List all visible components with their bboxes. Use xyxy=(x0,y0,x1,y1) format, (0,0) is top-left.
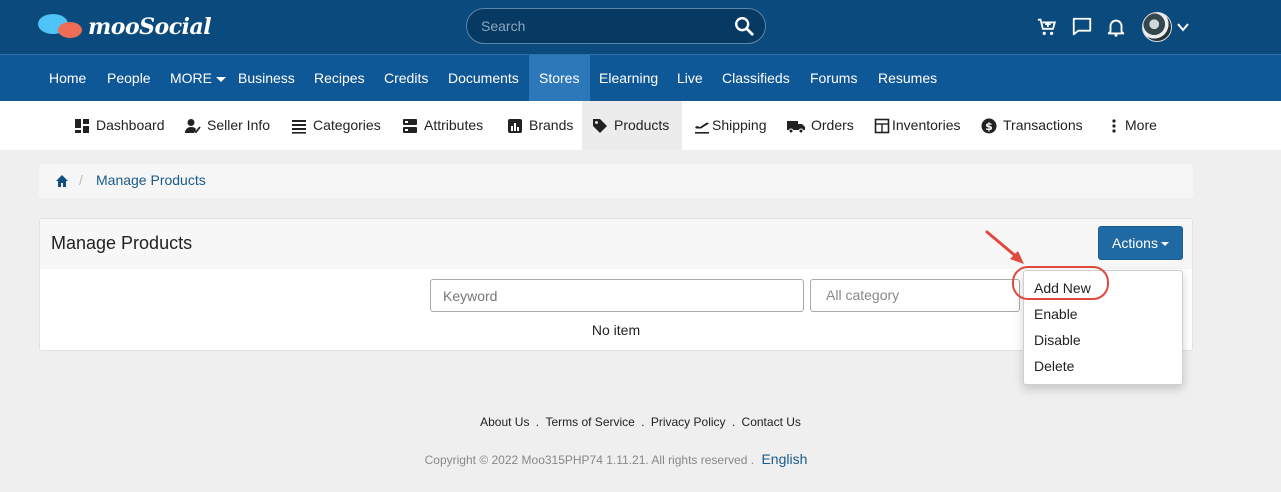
menu-item-enable[interactable]: Enable xyxy=(1034,306,1078,322)
menu-item-delete[interactable]: Delete xyxy=(1034,358,1074,374)
dashboard-icon xyxy=(75,118,89,133)
cart-icon[interactable] xyxy=(1036,16,1058,38)
footer-link-privacy[interactable]: Privacy Policy xyxy=(651,415,726,429)
subnav-item-orders[interactable]: Orders xyxy=(777,101,864,150)
page-title: Manage Products xyxy=(51,233,193,253)
category-select[interactable]: All category xyxy=(810,279,1020,312)
footer-link-terms[interactable]: Terms of Service xyxy=(545,415,634,429)
keyword-input[interactable] xyxy=(430,279,804,312)
seller-icon xyxy=(185,118,201,133)
search-icon[interactable] xyxy=(733,15,755,37)
search-input[interactable] xyxy=(481,16,721,36)
list-icon xyxy=(292,119,306,134)
nav-item-recipes[interactable]: Recipes xyxy=(304,55,375,101)
logo-chat-bubbles-icon xyxy=(38,12,84,42)
breadcrumb-separator: / xyxy=(79,172,83,188)
search-box xyxy=(466,8,766,44)
store-sub-nav: Dashboard Seller Info Categories Attribu… xyxy=(0,101,1281,150)
menu-item-add-new[interactable]: Add New xyxy=(1034,280,1091,296)
manage-products-panel: Manage Products Actions All category No … xyxy=(39,218,1193,351)
breadcrumb: / Manage Products xyxy=(39,164,1193,198)
nav-item-elearning[interactable]: Elearning xyxy=(589,55,668,101)
chat-icon[interactable] xyxy=(1071,16,1093,38)
svg-text:$: $ xyxy=(985,120,993,133)
caret-down-icon xyxy=(216,76,226,82)
nav-item-credits[interactable]: Credits xyxy=(374,55,438,101)
subnav-item-products[interactable]: Products xyxy=(582,101,682,150)
subnav-item-dashboard[interactable]: Dashboard xyxy=(64,101,175,150)
subnav-item-seller-info[interactable]: Seller Info xyxy=(175,101,280,150)
main-nav: Home People MORE Business Recipes Credit… xyxy=(0,54,1281,101)
chart-icon xyxy=(508,118,522,133)
nav-item-stores[interactable]: Stores xyxy=(529,55,590,101)
nav-item-forums[interactable]: Forums xyxy=(800,55,867,101)
footer-link-contact[interactable]: Contact Us xyxy=(742,415,801,429)
nav-item-live[interactable]: Live xyxy=(667,55,713,101)
nav-item-home[interactable]: Home xyxy=(39,55,96,101)
tag-icon xyxy=(593,118,607,133)
breadcrumb-current[interactable]: Manage Products xyxy=(96,172,206,188)
inventory-icon xyxy=(874,118,890,133)
footer-copyright: Copyright © 2022 Moo315PHP74 1.11.21. Al… xyxy=(424,451,808,467)
dollar-icon: $ xyxy=(981,118,997,133)
actions-button[interactable]: Actions xyxy=(1098,226,1183,260)
caret-down-icon xyxy=(1160,242,1169,247)
subnav-item-shipping[interactable]: Shipping xyxy=(684,101,777,150)
panel-header: Manage Products Actions xyxy=(40,219,1192,269)
subnav-item-transactions[interactable]: $ Transactions xyxy=(971,101,1093,150)
subnav-item-inventories[interactable]: Inventories xyxy=(864,101,970,150)
truck-icon xyxy=(787,120,805,133)
subnav-item-categories[interactable]: Categories xyxy=(281,101,391,150)
avatar[interactable] xyxy=(1142,12,1172,42)
plane-icon xyxy=(695,122,709,134)
bell-icon[interactable] xyxy=(1105,16,1127,38)
copyright-text: Copyright © 2022 Moo315PHP74 1.11.21. Al… xyxy=(424,453,748,467)
nav-item-people[interactable]: People xyxy=(97,55,161,101)
brand-name: mooSocial xyxy=(88,14,212,40)
empty-state-text: No item xyxy=(591,322,641,338)
actions-dropdown-menu: Add New Enable Disable Delete xyxy=(1023,270,1183,385)
subnav-item-brands[interactable]: Brands xyxy=(497,101,583,150)
top-header: mooSocial xyxy=(0,0,1281,54)
chevron-down-icon[interactable] xyxy=(1176,20,1190,34)
language-link[interactable]: English xyxy=(761,451,807,467)
logo[interactable]: mooSocial xyxy=(38,12,212,42)
nav-item-classifieds[interactable]: Classifieds xyxy=(712,55,800,101)
subnav-item-attributes[interactable]: Attributes xyxy=(392,101,493,150)
menu-item-disable[interactable]: Disable xyxy=(1034,332,1081,348)
footer-link-about[interactable]: About Us xyxy=(480,415,529,429)
home-icon[interactable] xyxy=(55,174,69,188)
more-vertical-icon xyxy=(1112,118,1116,133)
subnav-item-more[interactable]: More xyxy=(1099,101,1167,150)
nav-item-business[interactable]: Business xyxy=(228,55,305,101)
nav-item-more[interactable]: MORE xyxy=(160,55,236,101)
nav-item-documents[interactable]: Documents xyxy=(438,55,529,101)
nav-item-resumes[interactable]: Resumes xyxy=(868,55,947,101)
footer-links: About Us . Terms of Service . Privacy Po… xyxy=(480,415,801,429)
attributes-icon xyxy=(403,118,417,133)
